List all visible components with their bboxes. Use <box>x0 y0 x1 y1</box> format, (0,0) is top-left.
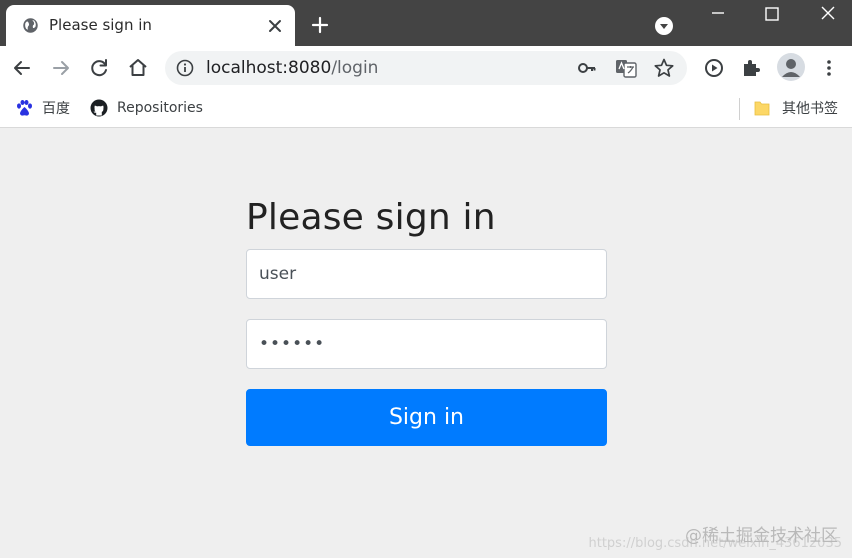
other-bookmarks-label: 其他书签 <box>782 101 838 117</box>
media-play-icon[interactable] <box>702 56 726 80</box>
translate-icon[interactable] <box>615 58 637 78</box>
url-text[interactable]: localhost:8080/login <box>206 58 378 78</box>
url-path: /login <box>331 58 379 78</box>
browser-tab[interactable]: Please sign in <box>6 5 295 46</box>
key-icon[interactable] <box>577 58 597 78</box>
tab-strip: Please sign in <box>0 0 852 46</box>
watermark: @稀土掘金技术社区 <box>685 526 838 546</box>
maximize-icon[interactable] <box>752 2 792 26</box>
page-heading: Please sign in <box>246 197 496 238</box>
globe-icon <box>23 18 38 33</box>
more-menu-icon[interactable] <box>817 56 841 80</box>
person-icon <box>782 59 800 77</box>
github-icon <box>90 99 108 117</box>
sign-in-button[interactable]: Sign in <box>246 389 607 446</box>
password-field[interactable] <box>246 319 607 369</box>
close-tab-icon[interactable] <box>265 16 285 36</box>
home-icon[interactable] <box>126 56 150 80</box>
profile-avatar[interactable] <box>777 53 805 81</box>
bookmark-repositories[interactable]: Repositories <box>90 98 203 118</box>
url-host: localhost:8080 <box>206 58 332 78</box>
bookmark-label: Repositories <box>117 100 203 116</box>
extensions-puzzle-icon[interactable] <box>740 56 764 80</box>
baidu-paw-icon <box>17 100 32 116</box>
page-content: Please sign in Sign in https://blog.csdn… <box>0 129 852 558</box>
address-bar[interactable]: localhost:8080/login <box>165 51 687 85</box>
username-field[interactable] <box>246 249 607 299</box>
bookmarks-separator <box>739 98 740 120</box>
tab-search-icon[interactable] <box>654 16 674 36</box>
site-info-icon[interactable] <box>176 59 194 77</box>
bookmark-baidu[interactable]: 百度 <box>15 98 70 118</box>
bookmark-label: 百度 <box>42 101 70 117</box>
tab-title: Please sign in <box>49 16 152 34</box>
back-arrow-icon[interactable] <box>10 56 34 80</box>
window-close-icon[interactable] <box>808 2 848 26</box>
reload-icon[interactable] <box>87 56 111 80</box>
bookmarks-bar: 百度 Repositories 其他书签 <box>0 90 852 128</box>
bookmark-star-icon[interactable] <box>653 57 675 79</box>
other-bookmarks[interactable]: 其他书签 <box>753 98 838 118</box>
forward-arrow-icon[interactable] <box>49 56 73 80</box>
browser-toolbar: localhost:8080/login <box>0 46 852 90</box>
new-tab-plus-icon[interactable] <box>308 13 332 37</box>
minimize-icon[interactable] <box>698 2 738 26</box>
folder-icon <box>754 101 770 116</box>
